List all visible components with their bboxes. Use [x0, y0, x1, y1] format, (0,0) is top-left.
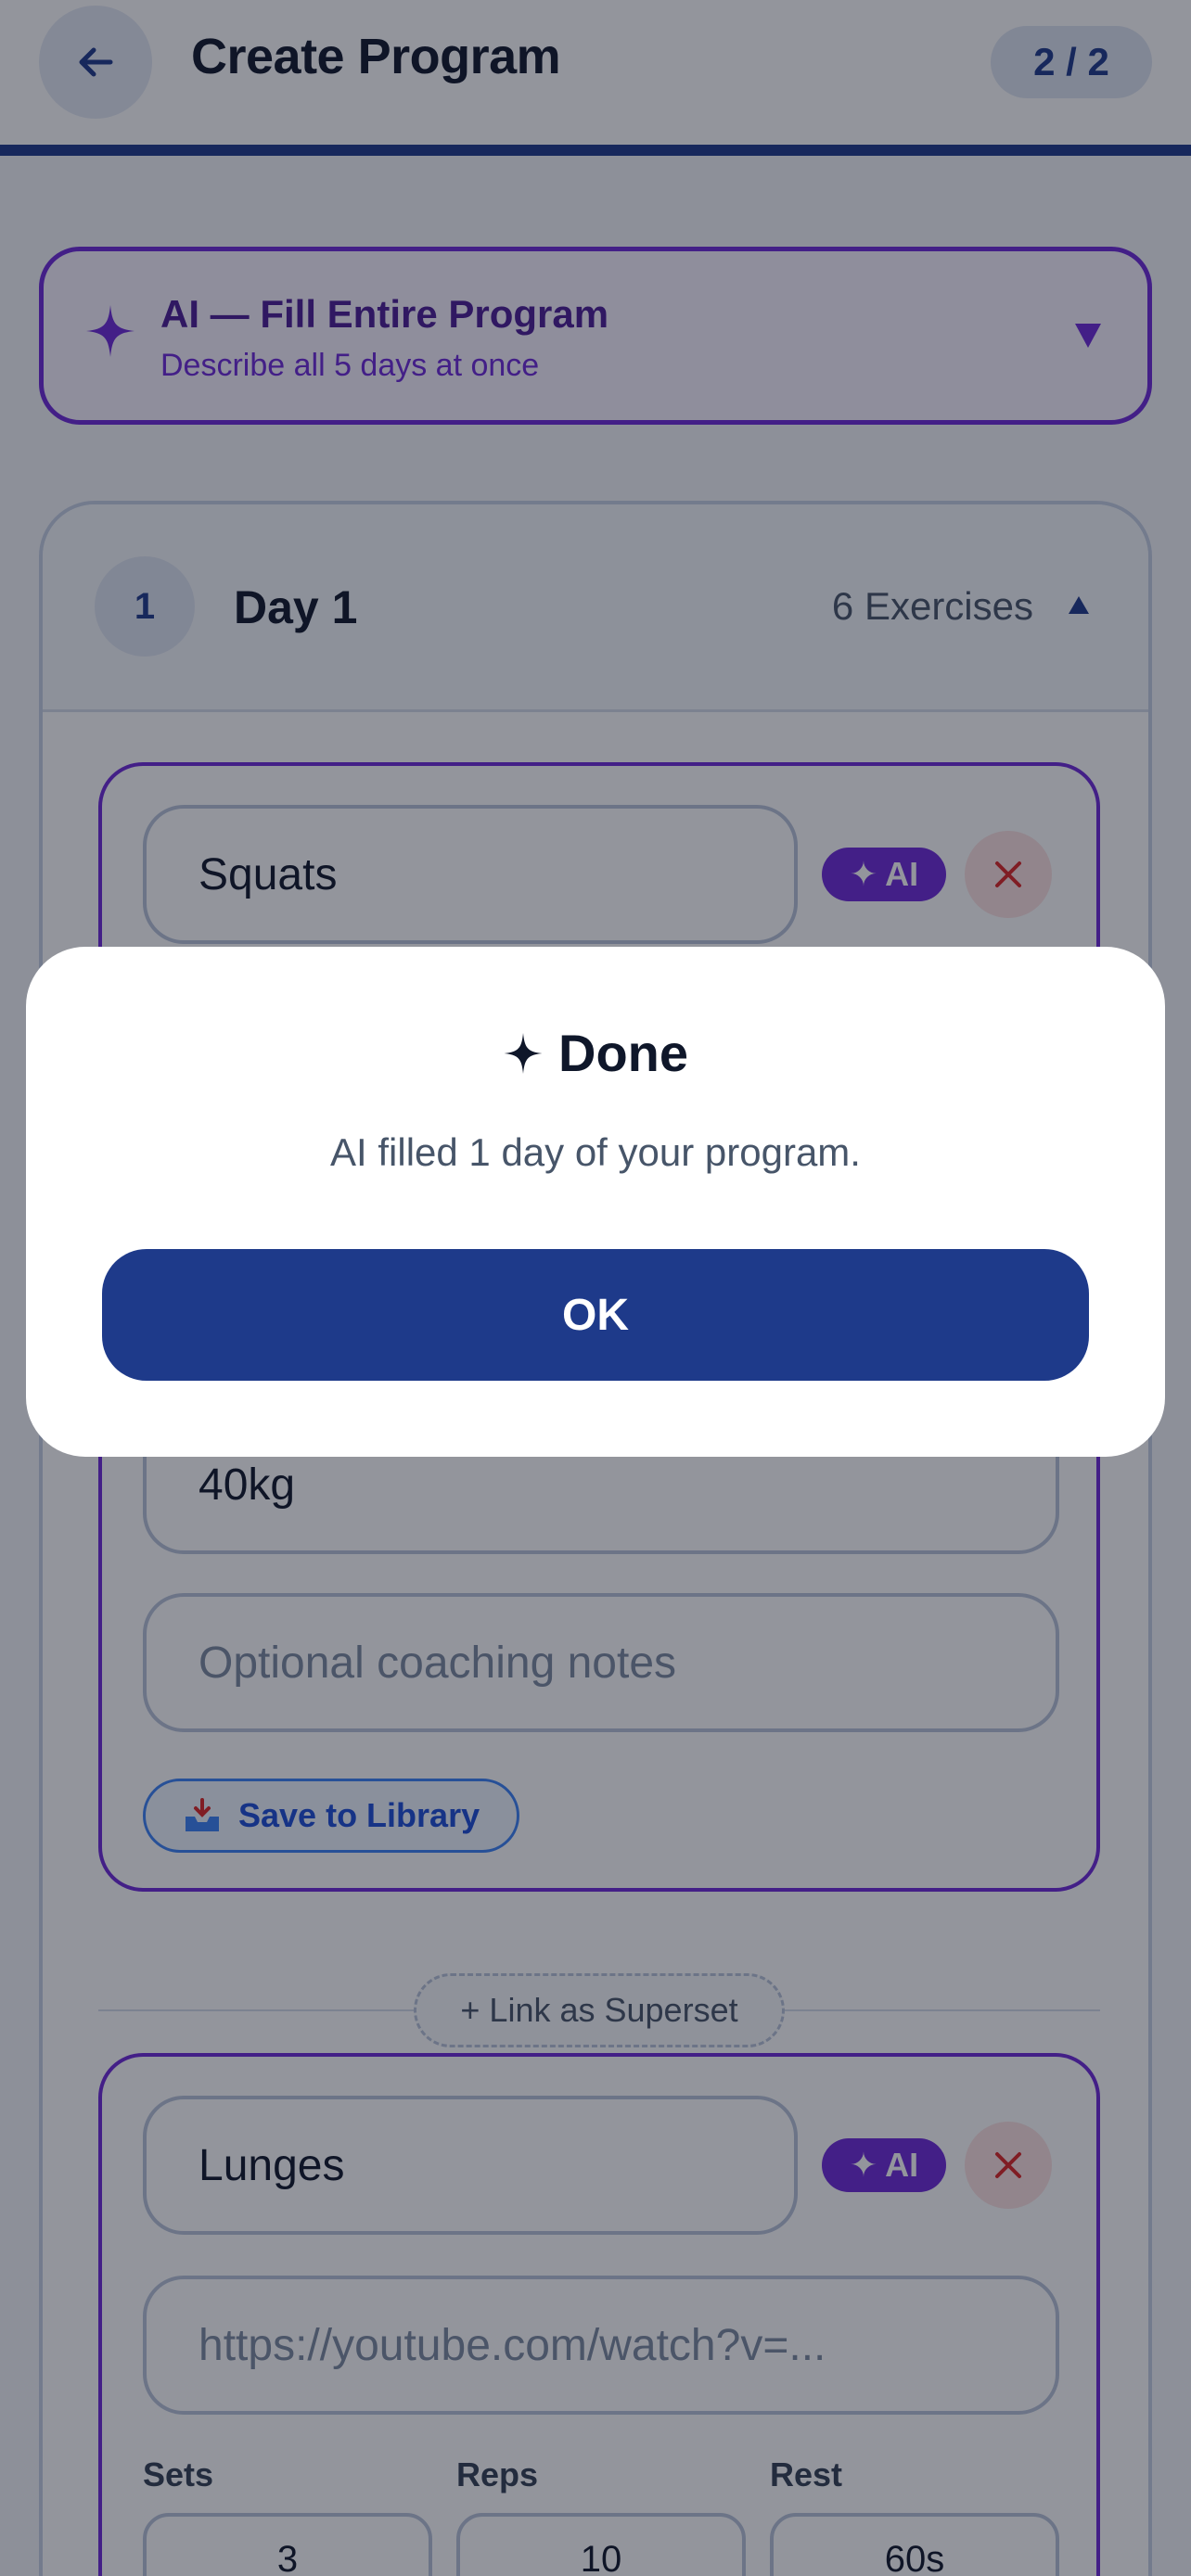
dialog-message: AI filled 1 day of your program. — [330, 1130, 861, 1174]
ok-button[interactable]: OK — [102, 1249, 1089, 1381]
done-dialog: Done AI filled 1 day of your program. OK — [26, 947, 1165, 1457]
dialog-title-text: Done — [558, 1024, 688, 1082]
dialog-title: Done — [26, 1023, 1165, 1083]
sparkle-icon — [504, 1032, 543, 1074]
